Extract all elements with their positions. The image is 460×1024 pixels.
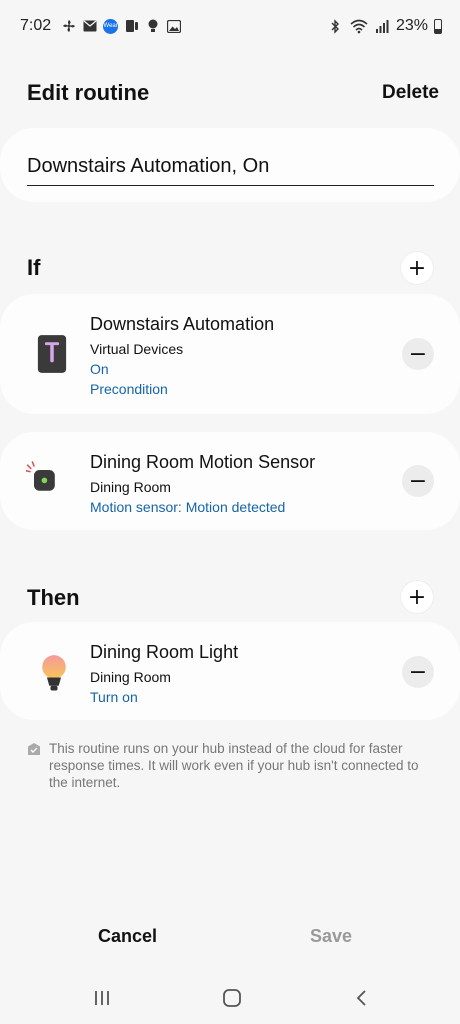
device-room: Dining Room [90,669,171,685]
precondition-link[interactable]: Precondition [90,381,168,397]
back-button[interactable] [348,984,376,1012]
minus-icon: − [408,341,428,367]
remove-action-button[interactable]: − [402,656,434,688]
light-bulb-icon [42,655,66,691]
device-room: Virtual Devices [90,341,184,357]
battery-percent: 23% [395,17,428,34]
home-button[interactable] [218,984,246,1012]
page-title: Edit routine [27,80,150,105]
image-icon [166,19,181,34]
mail-icon [82,19,97,34]
device-title: Downstairs Automation [90,314,275,334]
virtual-switch-icon [37,335,67,373]
wifi-icon [349,19,369,34]
remove-condition-button[interactable]: − [402,465,434,497]
status-bar: 7:02 Wear 23% [0,0,460,52]
plus-icon: + [407,255,427,281]
device-state[interactable]: Motion sensor: Motion detected [90,499,285,515]
if-section-title: If [27,255,41,280]
motion-sensor-icon [26,461,55,491]
home-icon [223,989,241,1007]
battery-icon [434,18,442,34]
then-section-title: Then [27,585,80,610]
routine-name-input[interactable] [27,148,434,186]
device-state[interactable]: Turn on [90,689,138,705]
device-title: Dining Room Light [90,642,239,662]
hub-icon [28,743,40,755]
device-room: Dining Room [90,479,171,495]
fan-icon [61,19,76,34]
bulb-icon [145,19,160,34]
remove-condition-button[interactable]: − [402,338,434,370]
signal-icon [375,19,390,34]
device-title: Dining Room Motion Sensor [90,452,316,472]
smartthings-icon [124,19,139,34]
wear-icon: Wear [103,18,119,34]
recent-apps-icon [95,991,109,1005]
bluetooth-icon [328,18,343,34]
recent-apps-button[interactable] [88,984,116,1012]
minus-icon: − [408,468,428,494]
plus-icon: + [407,584,427,610]
minus-icon: − [408,659,428,685]
cancel-button[interactable]: Cancel [98,926,157,947]
status-time: 7:02 [20,17,52,34]
add-condition-button[interactable]: + [401,252,433,284]
condition-card-motion-sensor[interactable]: Dining Room Motion Sensor Dining Room Mo… [0,432,460,530]
save-button[interactable]: Save [310,926,352,947]
routine-name-card [0,128,460,202]
navigation-bar [0,978,460,1018]
footer-buttons: Cancel Save [0,926,460,956]
add-action-button[interactable]: + [401,581,433,613]
status-left: 7:02 Wear [20,17,181,35]
device-state[interactable]: On [90,361,109,377]
header: Edit routine Delete [0,78,460,108]
delete-button[interactable]: Delete [382,82,439,104]
status-right: 23% [328,17,442,35]
back-icon [356,990,366,1006]
hub-info-note: This routine runs on your hub instead of… [27,740,437,791]
hub-info-text: This routine runs on your hub instead of… [49,741,419,790]
action-card-dining-room-light[interactable]: Dining Room Light Dining Room Turn on − [0,622,460,720]
condition-card-downstairs-automation[interactable]: Downstairs Automation Virtual Devices On… [0,294,460,414]
